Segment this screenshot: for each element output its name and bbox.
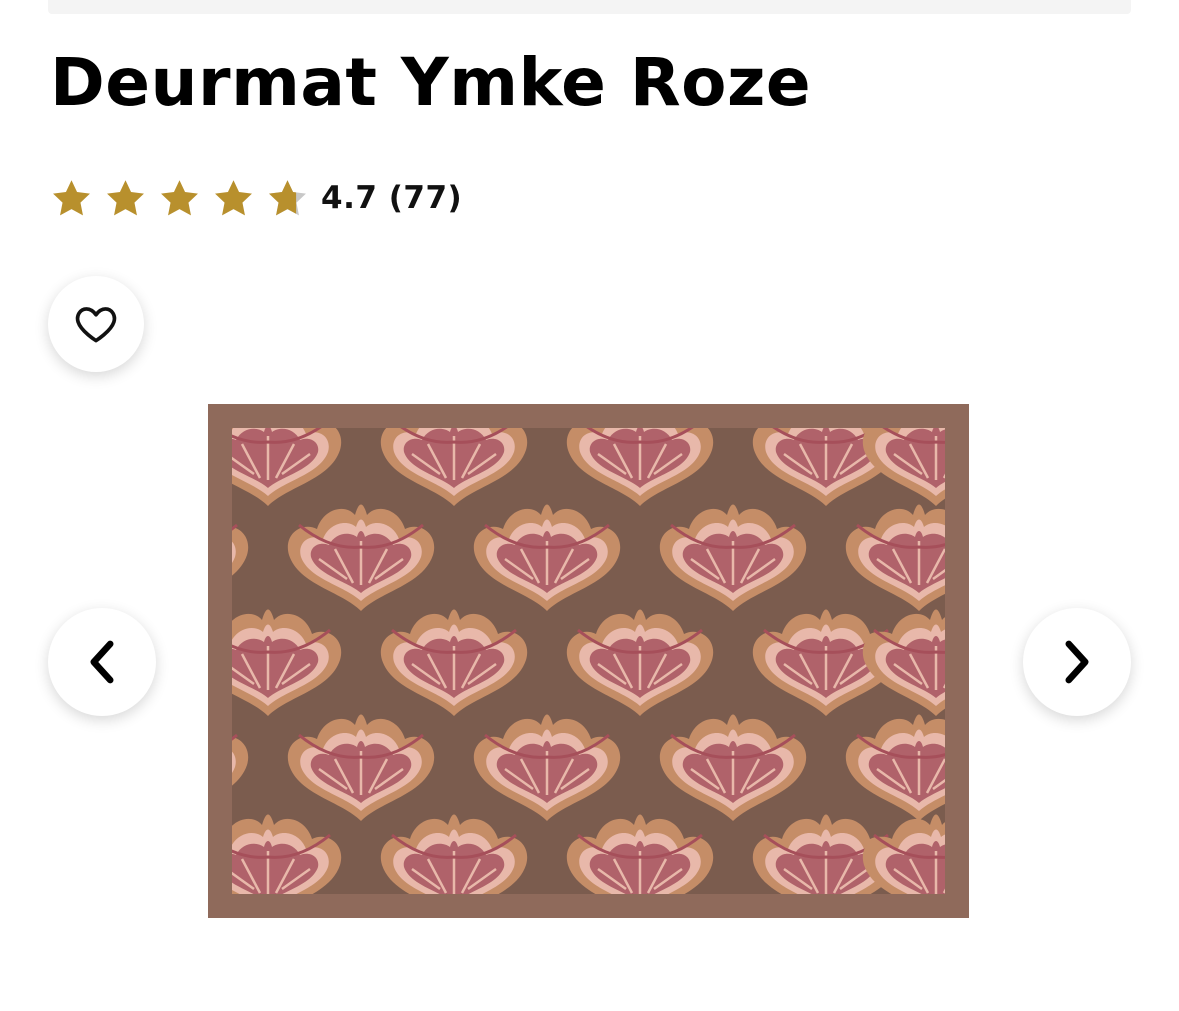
rating-stars [50,177,309,220]
star-icon [53,179,90,215]
previous-image-button[interactable] [48,608,156,716]
chevron-left-icon [90,640,114,684]
favorite-button[interactable] [48,276,144,372]
star-icon [161,179,198,215]
star-icon [215,179,252,215]
star-icon [107,179,144,215]
doormat-product-image [208,404,969,918]
next-image-button[interactable] [1023,608,1131,716]
rating-summary[interactable]: 4.7 (77) [321,180,462,216]
rating-count: (77) [388,180,463,216]
product-title: Deurmat Ymke Roze [50,44,812,121]
chevron-right-icon [1065,640,1089,684]
rating-score: 4.7 [321,180,378,216]
partial-star-icon [269,179,306,215]
top-search-bar[interactable] [48,0,1131,14]
heart-icon [75,307,117,343]
rating[interactable]: 4.7 (77) [50,174,462,222]
